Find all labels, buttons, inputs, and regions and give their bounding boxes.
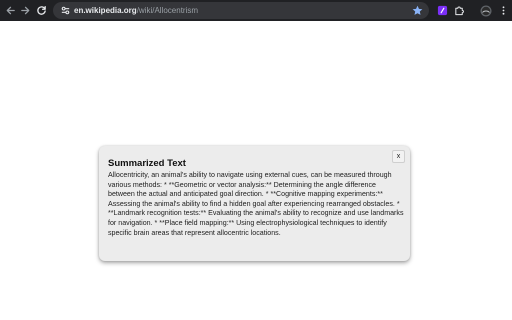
url-text[interactable]: en.wikipedia.org/wiki/Allocentrism [74, 5, 198, 16]
extension-button[interactable] [434, 2, 451, 19]
forward-button[interactable] [17, 2, 34, 19]
kebab-menu-icon [502, 6, 505, 15]
site-info-button[interactable] [58, 3, 73, 18]
url-host: en.wikipedia.org [74, 6, 137, 15]
forward-arrow-icon [21, 6, 30, 15]
browser-menu-button[interactable] [495, 2, 512, 19]
avatar-icon [480, 5, 491, 16]
extensions-menu-button[interactable] [451, 2, 468, 19]
summary-text: Allocentricity, an animal's ability to n… [108, 171, 404, 237]
puzzle-icon [455, 6, 464, 16]
star-icon [412, 5, 423, 15]
browser-toolbar: en.wikipedia.org/wiki/Allocentrism [0, 0, 512, 21]
url-path: /wiki/Allocentrism [136, 6, 199, 15]
reload-icon [37, 6, 46, 15]
bookmark-button[interactable] [410, 3, 425, 18]
close-button[interactable]: x [392, 150, 405, 163]
summary-popup: x Summarized Text Allocentricity, an ani… [99, 146, 410, 261]
address-bar[interactable]: en.wikipedia.org/wiki/Allocentrism [53, 2, 429, 19]
tune-icon [61, 6, 70, 15]
reload-button[interactable] [33, 2, 50, 19]
popup-title: Summarized Text [108, 158, 186, 169]
extension-icon [437, 5, 448, 16]
back-arrow-icon [6, 6, 15, 15]
profile-button[interactable] [477, 2, 494, 19]
